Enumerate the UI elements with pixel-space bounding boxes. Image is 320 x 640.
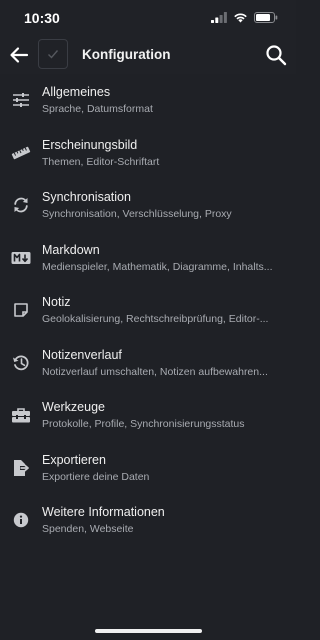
- settings-item-description: Medienspieler, Mathematik, Diagramme, In…: [42, 260, 273, 273]
- status-bar: 10:30: [0, 0, 296, 36]
- sync-icon: [11, 195, 31, 215]
- settings-item-markdown[interactable]: Markdown Medienspieler, Mathematik, Diag…: [0, 232, 296, 285]
- settings-item-erscheinungsbild[interactable]: Erscheinungsbild Themen, Editor-Schrifta…: [0, 127, 296, 180]
- settings-item-label: Markdown: [42, 242, 100, 257]
- settings-list: Allgemeines Sprache, Datumsformat Ersche…: [0, 74, 296, 547]
- file-export-icon: [11, 458, 31, 478]
- settings-item-description: Protokolle, Profile, Synchronisierungsst…: [42, 418, 245, 430]
- settings-item-description: Exportiere deine Daten: [42, 470, 150, 483]
- settings-item-synchronisation[interactable]: Synchronisation Synchronisation, Verschl…: [0, 179, 296, 232]
- settings-item-label: Synchronisation: [42, 190, 131, 204]
- markdown-icon: [11, 248, 31, 268]
- settings-item-werkzeuge[interactable]: Werkzeuge Protokolle, Profile, Synchroni…: [0, 389, 296, 442]
- settings-item-label: Erscheinungsbild: [42, 137, 138, 152]
- settings-item-description: Themen, Editor-Schriftart: [42, 155, 160, 168]
- settings-item-allgemeines[interactable]: Allgemeines Sprache, Datumsformat: [0, 74, 296, 127]
- back-button[interactable]: [8, 44, 30, 66]
- settings-item-label: Notizenverlauf: [42, 347, 122, 362]
- settings-item-label: Weitere Informationen: [42, 505, 165, 519]
- save-button[interactable]: [38, 39, 68, 69]
- ruler-icon: [11, 143, 31, 163]
- settings-item-description: Notizverlauf umschalten, Notizen aufbewa…: [42, 365, 268, 378]
- status-time: 10:30: [24, 10, 60, 26]
- settings-item-notizenverlauf[interactable]: Notizenverlauf Notizverlauf umschalten, …: [0, 337, 296, 390]
- search-button[interactable]: [265, 44, 287, 66]
- toolbox-icon: [11, 405, 31, 425]
- home-indicator[interactable]: [95, 629, 202, 633]
- check-icon: [48, 50, 59, 59]
- settings-item-label: Werkzeuge: [42, 400, 105, 414]
- settings-item-description: Spenden, Webseite: [42, 523, 134, 535]
- arrow-left-icon: [10, 47, 29, 63]
- signal-icon: [211, 12, 227, 23]
- app-bar: Konfiguration: [0, 36, 296, 74]
- settings-item-weitere-informationen[interactable]: Weitere Informationen Spenden, Webseite: [0, 494, 296, 547]
- settings-item-notiz[interactable]: Notiz Geolokalisierung, Rechtschreibprüf…: [0, 284, 296, 337]
- page-title: Konfiguration: [82, 47, 171, 62]
- settings-item-exportieren[interactable]: Exportieren Exportiere deine Daten: [0, 442, 296, 495]
- info-icon: [11, 510, 31, 530]
- wifi-icon: [234, 13, 247, 23]
- settings-item-label: Notiz: [42, 295, 71, 309]
- sticky-note-icon: [11, 300, 31, 320]
- settings-item-description: Synchronisation, Verschlüsselung, Proxy: [42, 208, 232, 220]
- search-icon: [266, 45, 287, 66]
- history-icon: [11, 353, 31, 373]
- settings-item-description: Sprache, Datumsformat: [42, 103, 153, 115]
- settings-item-label: Exportieren: [42, 452, 106, 467]
- settings-item-label: Allgemeines: [42, 85, 111, 99]
- sliders-icon: [11, 90, 31, 110]
- status-icons: [211, 12, 278, 23]
- settings-item-description: Geolokalisierung, Rechtschreibprüfung, E…: [42, 313, 269, 325]
- battery-icon: [254, 12, 278, 23]
